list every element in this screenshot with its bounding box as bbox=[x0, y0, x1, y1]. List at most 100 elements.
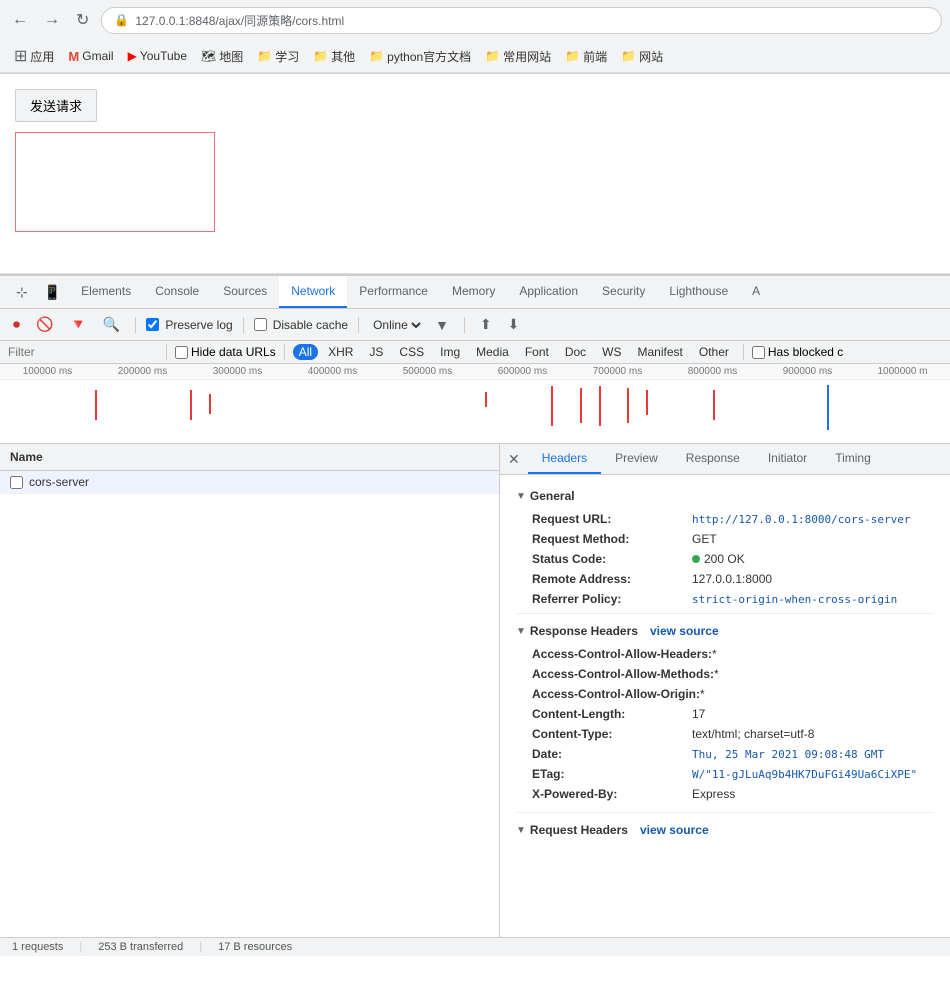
status-code-row: Status Code: 200 OK bbox=[516, 549, 934, 569]
timeline-bar-3 bbox=[209, 394, 211, 414]
throttle-select[interactable]: Online bbox=[369, 317, 424, 333]
tab-security[interactable]: Security bbox=[590, 276, 657, 308]
record-button[interactable]: ⏺ bbox=[8, 313, 25, 336]
bookmark-gmail[interactable]: M Gmail bbox=[62, 46, 119, 67]
remote-address-row: Remote Address: 127.0.0.1:8000 bbox=[516, 569, 934, 589]
bookmark-python[interactable]: 📁 python官方文档 bbox=[363, 45, 477, 68]
filter-font[interactable]: Font bbox=[519, 344, 555, 360]
bookmark-common[interactable]: 📁 常用网站 bbox=[479, 45, 557, 68]
tab-memory[interactable]: Memory bbox=[440, 276, 507, 308]
response-headers-section-header[interactable]: Response Headers view source bbox=[516, 618, 934, 644]
devtools-tab-bar: ⊹ 📱 Elements Console Sources Network Per… bbox=[0, 276, 950, 309]
tab-application[interactable]: Application bbox=[507, 276, 590, 308]
detail-tab-initiator[interactable]: Initiator bbox=[754, 444, 821, 474]
etag-value: W/"11-gJLuAq9b4HK7DuFGi49Ua6CiXPE" bbox=[692, 768, 917, 781]
forward-button[interactable]: → bbox=[40, 7, 64, 33]
bookmark-youtube[interactable]: ▶ YouTube bbox=[122, 46, 193, 66]
filter-all[interactable]: All bbox=[293, 344, 318, 360]
tab-more[interactable]: A bbox=[740, 276, 772, 308]
bookmark-maps[interactable]: 🗺 地图 bbox=[195, 45, 249, 68]
request-headers-section-header[interactable]: Request Headers view source bbox=[516, 817, 934, 843]
has-blocked-checkbox[interactable] bbox=[752, 346, 765, 359]
timeline: 100000 ms 200000 ms 300000 ms 400000 ms … bbox=[0, 364, 950, 444]
tab-network[interactable]: Network bbox=[279, 276, 347, 308]
filter-toggle-button[interactable]: 🔻 bbox=[64, 313, 91, 336]
bookmark-learn[interactable]: 📁 学习 bbox=[251, 45, 305, 68]
separator-1 bbox=[135, 317, 136, 333]
content-type-value: text/html; charset=utf-8 bbox=[692, 727, 814, 741]
hide-data-urls-checkbox[interactable] bbox=[175, 346, 188, 359]
bookmark-web[interactable]: 📁 网站 bbox=[615, 45, 669, 68]
preserve-log-checkbox[interactable] bbox=[146, 318, 159, 331]
filter-js[interactable]: JS bbox=[363, 344, 389, 360]
inspect-icon-button[interactable]: ⊹ bbox=[8, 278, 36, 307]
filter-media[interactable]: Media bbox=[470, 344, 515, 360]
bookmark-frontend[interactable]: 📁 前端 bbox=[559, 45, 613, 68]
request-url-value: http://127.0.0.1:8000/cors-server bbox=[692, 513, 911, 526]
response-area bbox=[15, 132, 215, 232]
address-bar[interactable]: 🔒 127.0.0.1:8848/ajax/同源策略/cors.html bbox=[101, 7, 942, 34]
date-row: Date: Thu, 25 Mar 2021 09:08:48 GMT bbox=[516, 744, 934, 764]
folder-icon-learn: 📁 bbox=[257, 49, 272, 63]
detail-tab-headers[interactable]: Headers bbox=[528, 444, 601, 474]
row-checkbox[interactable] bbox=[10, 476, 23, 489]
tab-lighthouse[interactable]: Lighthouse bbox=[657, 276, 740, 308]
throttle-dropdown-icon[interactable]: ▼ bbox=[430, 314, 454, 336]
has-blocked-check[interactable]: Has blocked c bbox=[752, 345, 843, 359]
filter-ws[interactable]: WS bbox=[596, 344, 627, 360]
filter-sep-2 bbox=[284, 344, 285, 360]
status-sep-2: | bbox=[199, 941, 202, 953]
status-dot bbox=[692, 555, 700, 563]
detail-close-button[interactable]: ✕ bbox=[500, 445, 528, 474]
filter-manifest[interactable]: Manifest bbox=[632, 344, 689, 360]
tl-label-2: 300000 ms bbox=[190, 366, 285, 377]
filter-xhr[interactable]: XHR bbox=[322, 344, 359, 360]
search-button[interactable]: 🔍 bbox=[98, 313, 125, 336]
bookmark-youtube-label: YouTube bbox=[140, 49, 187, 63]
filter-img[interactable]: Img bbox=[434, 344, 466, 360]
tl-label-5: 600000 ms bbox=[475, 366, 570, 377]
nav-bar: ← → ↻ 🔒 127.0.0.1:8848/ajax/同源策略/cors.ht… bbox=[0, 0, 950, 40]
acah-value: * bbox=[712, 647, 717, 661]
bookmark-common-label: 常用网站 bbox=[503, 48, 551, 65]
acam-row: Access-Control-Allow-Methods: * bbox=[516, 664, 934, 684]
detail-tab-timing[interactable]: Timing bbox=[821, 444, 885, 474]
disable-cache-checkbox[interactable] bbox=[254, 318, 267, 331]
timeline-area bbox=[0, 380, 950, 438]
bookmark-other-label: 其他 bbox=[331, 48, 355, 65]
content-type-key: Content-Type: bbox=[532, 727, 692, 741]
gmail-icon: M bbox=[68, 49, 79, 64]
content-length-row: Content-Length: 17 bbox=[516, 704, 934, 724]
bookmark-apps[interactable]: ⊞ 应用 bbox=[8, 43, 60, 69]
detail-tab-preview[interactable]: Preview bbox=[601, 444, 672, 474]
send-request-button[interactable]: 发送请求 bbox=[15, 89, 97, 122]
content-length-value: 17 bbox=[692, 707, 705, 721]
request-url-key: Request URL: bbox=[532, 512, 692, 526]
general-section-header[interactable]: General bbox=[516, 483, 934, 509]
filter-other[interactable]: Other bbox=[693, 344, 735, 360]
filter-doc[interactable]: Doc bbox=[559, 344, 592, 360]
page-content: 发送请求 bbox=[0, 74, 950, 274]
tab-console[interactable]: Console bbox=[143, 276, 211, 308]
back-button[interactable]: ← bbox=[8, 7, 32, 33]
reload-button[interactable]: ↻ bbox=[72, 6, 93, 34]
tab-sources[interactable]: Sources bbox=[211, 276, 279, 308]
response-view-source-link[interactable]: view source bbox=[650, 624, 719, 638]
filter-bar: Hide data URLs All XHR JS CSS Img Media … bbox=[0, 341, 950, 364]
acao-value: * bbox=[700, 687, 705, 701]
tab-performance[interactable]: Performance bbox=[347, 276, 440, 308]
device-toolbar-button[interactable]: 📱 bbox=[36, 278, 69, 307]
content-type-row: Content-Type: text/html; charset=utf-8 bbox=[516, 724, 934, 744]
tab-elements[interactable]: Elements bbox=[69, 276, 143, 308]
folder-icon-web: 📁 bbox=[621, 49, 636, 63]
import-button[interactable]: ⬆ bbox=[475, 313, 497, 336]
detail-tab-response[interactable]: Response bbox=[672, 444, 754, 474]
table-row[interactable]: cors-server bbox=[0, 471, 499, 494]
bookmark-other[interactable]: 📁 其他 bbox=[307, 45, 361, 68]
clear-button[interactable]: 🚫 bbox=[31, 313, 58, 336]
request-view-source-link[interactable]: view source bbox=[640, 823, 709, 837]
export-button[interactable]: ⬇ bbox=[503, 313, 525, 336]
hide-data-urls-check[interactable]: Hide data URLs bbox=[175, 345, 276, 359]
filter-css[interactable]: CSS bbox=[393, 344, 430, 360]
filter-input[interactable] bbox=[8, 345, 158, 359]
